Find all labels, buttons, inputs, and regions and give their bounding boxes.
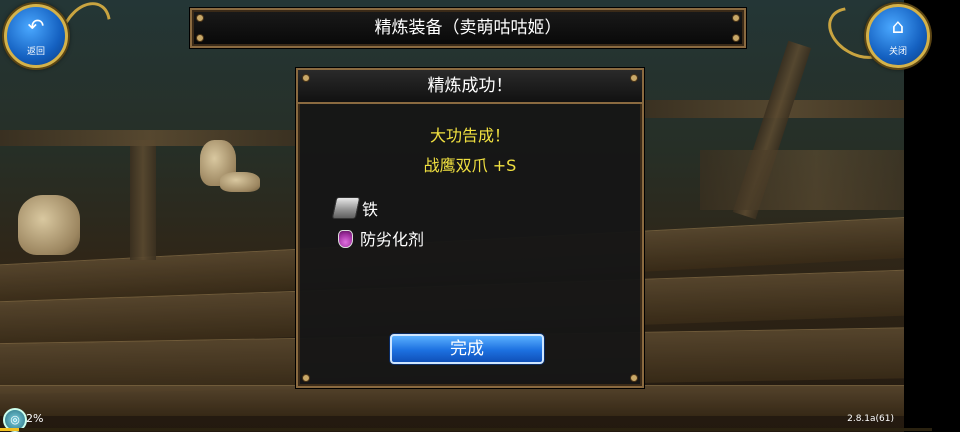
material-row: 铁 (331, 196, 379, 220)
return-arrow-icon: ↶ (27, 14, 45, 38)
iron-ingot-icon (331, 197, 361, 219)
material-label: 铁 (362, 200, 379, 219)
progress-fill (0, 428, 19, 431)
material-row: 防劣化剂 (334, 226, 424, 250)
item-name: 战鹰双爪 +S (423, 156, 517, 175)
dialog-header: 精炼成功！ (298, 70, 642, 104)
back-button-label: 返回 (26, 47, 45, 57)
refine-result-dialog: 精炼成功！ 大功告成！ 战鹰双爪 +S 铁 防劣化剂 完成 (296, 68, 644, 388)
done-button[interactable]: 完成 (390, 334, 544, 364)
progress-percent: 2% (26, 412, 44, 425)
close-button[interactable]: ⌂ 关闭 (866, 4, 930, 68)
version-label: 2.8.1a(61) (847, 414, 894, 424)
back-button[interactable]: ↶ 返回 (4, 4, 68, 68)
close-button-label: 关闭 (888, 47, 907, 57)
dialog-title: 精炼成功！ (427, 76, 513, 96)
status-bar: ◎ 2% 2.8.1a(61) (0, 406, 932, 432)
home-icon: ⌂ (891, 14, 905, 38)
success-message: 大功告成！ (429, 126, 510, 145)
potion-flask-icon (334, 228, 356, 248)
progress-track (0, 428, 932, 431)
material-label: 防劣化剂 (360, 230, 425, 249)
title-bar: 精炼装备（卖萌咕咕姬） (190, 8, 746, 48)
page-title: 精炼装备（卖萌咕咕姬） (374, 18, 562, 38)
